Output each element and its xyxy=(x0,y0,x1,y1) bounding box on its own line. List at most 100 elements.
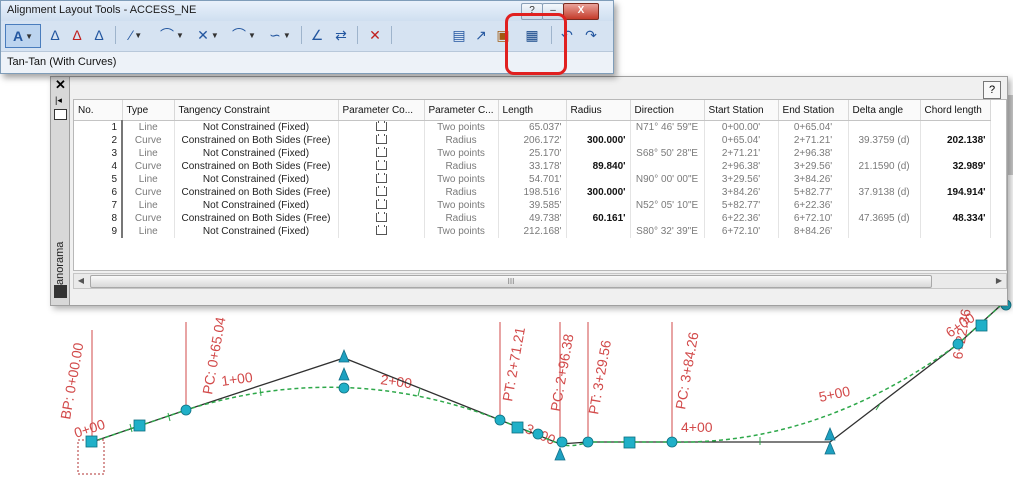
cell-constraint[interactable]: Not Constrained (Fixed) xyxy=(174,173,339,186)
grip-circle[interactable] xyxy=(556,436,568,448)
parameter-lock-cell[interactable] xyxy=(338,186,425,199)
column-header[interactable]: Tangency Constraint xyxy=(174,100,339,121)
cell-length[interactable]: 33.178' xyxy=(498,160,567,173)
pi-triangle[interactable] xyxy=(338,366,350,381)
cell-direction[interactable]: N52° 05' 10"E xyxy=(630,199,705,212)
cell-start[interactable]: 0+00.00' xyxy=(704,120,779,134)
scroll-left-icon[interactable]: ◀ xyxy=(74,274,88,288)
lock-icon[interactable] xyxy=(375,160,387,170)
delete-subentity-icon[interactable]: ✕ xyxy=(365,24,385,46)
column-header[interactable]: No. xyxy=(74,100,123,121)
parameter-lock-cell[interactable] xyxy=(338,160,425,173)
cell-type[interactable]: Line xyxy=(122,173,175,186)
cell-type[interactable]: Curve xyxy=(122,134,175,147)
break-apart-pi-icon[interactable]: Δ xyxy=(89,24,109,46)
properties-icon[interactable] xyxy=(54,109,67,120)
alignment-entities-grid[interactable]: No. Type Tangency Constraint Parameter C… xyxy=(73,99,1007,271)
cell-length[interactable]: 198.516' xyxy=(498,186,567,199)
cell-no[interactable]: 5 xyxy=(74,173,123,186)
column-header[interactable]: Radius xyxy=(566,100,631,121)
cell-end[interactable]: 2+71.21' xyxy=(778,134,849,147)
grip-circle[interactable] xyxy=(180,404,192,416)
pick-subentity-icon[interactable]: ↗ xyxy=(471,24,491,46)
scroll-thumb[interactable]: III xyxy=(90,275,932,288)
cell-param[interactable]: Two points xyxy=(424,173,499,186)
cell-start[interactable]: 3+29.56' xyxy=(704,173,779,186)
convert-line-curve-icon[interactable]: ∠ xyxy=(307,24,327,46)
redo-icon[interactable]: ↷ xyxy=(581,24,601,46)
cell-start[interactable]: 6+72.10' xyxy=(704,225,779,238)
cell-param[interactable]: Radius xyxy=(424,212,499,225)
table-row[interactable]: 3 Line Not Constrained (Fixed) Two points 25… xyxy=(74,147,991,160)
cell-type[interactable]: Line xyxy=(122,225,175,238)
column-header[interactable]: Length xyxy=(498,100,567,121)
cell-start[interactable]: 5+82.77' xyxy=(704,199,779,212)
cell-no[interactable]: 7 xyxy=(74,199,123,212)
cell-end[interactable]: 0+65.04' xyxy=(778,120,849,134)
column-header[interactable]: Delta angle xyxy=(848,100,921,121)
pi-triangle[interactable] xyxy=(824,426,836,441)
parameter-lock-cell[interactable] xyxy=(338,120,425,134)
cell-direction[interactable] xyxy=(630,160,705,173)
grip-circle[interactable] xyxy=(494,414,506,426)
cell-direction[interactable]: S68° 50' 28"E xyxy=(630,147,705,160)
cell-chord[interactable] xyxy=(920,173,991,186)
horizontal-scrollbar[interactable]: ◀ III ▶ xyxy=(73,273,1007,289)
cell-param[interactable]: Radius xyxy=(424,160,499,173)
delete-pi-icon[interactable]: Δ xyxy=(67,24,87,46)
column-header[interactable]: Parameter C... xyxy=(424,100,499,121)
cell-delta[interactable] xyxy=(848,225,921,238)
line-tool-icon[interactable]: ⁄ ▼ xyxy=(121,24,151,46)
cell-delta[interactable]: 47.3695 (d) xyxy=(848,212,921,225)
cell-chord[interactable] xyxy=(920,225,991,238)
parameter-lock-cell[interactable] xyxy=(338,212,425,225)
cell-type[interactable]: Curve xyxy=(122,212,175,225)
cell-length[interactable]: 206.172' xyxy=(498,134,567,147)
curve-tool-icon[interactable]: ⌒ ▼ xyxy=(157,24,187,46)
cell-chord[interactable]: 194.914' xyxy=(920,186,991,199)
reverse-direction-icon[interactable]: ⇄ xyxy=(331,24,351,46)
cell-param[interactable]: Two points xyxy=(424,225,499,238)
grip-square[interactable] xyxy=(623,436,636,449)
cell-no[interactable]: 2 xyxy=(74,134,123,147)
lock-icon[interactable] xyxy=(375,173,387,183)
cell-param[interactable]: Radius xyxy=(424,134,499,147)
cell-param[interactable]: Radius xyxy=(424,186,499,199)
cell-constraint[interactable]: Constrained on Both Sides (Free) xyxy=(174,160,339,173)
grip-square[interactable] xyxy=(511,421,524,434)
cell-direction[interactable]: S80° 32' 39"E xyxy=(630,225,705,238)
table-row[interactable]: 8 Curve Constrained on Both Sides (Free) Ra… xyxy=(74,212,991,225)
column-header[interactable]: Parameter Co... xyxy=(338,100,425,121)
cell-radius[interactable]: 300.000' xyxy=(566,134,631,147)
cell-chord[interactable]: 48.334' xyxy=(920,212,991,225)
close-icon[interactable]: ✕ xyxy=(55,77,66,93)
cell-constraint[interactable]: Not Constrained (Fixed) xyxy=(174,120,339,134)
grip-square[interactable] xyxy=(975,319,988,332)
cell-chord[interactable] xyxy=(920,120,991,134)
cell-delta[interactable] xyxy=(848,147,921,160)
cell-end[interactable]: 6+72.10' xyxy=(778,212,849,225)
grip-circle[interactable] xyxy=(532,428,544,440)
column-header[interactable]: Start Station xyxy=(704,100,779,121)
cell-constraint[interactable]: Not Constrained (Fixed) xyxy=(174,225,339,238)
lock-icon[interactable] xyxy=(375,225,387,235)
table-row[interactable]: 6 Curve Constrained on Both Sides (Free) Ra… xyxy=(74,186,991,199)
cell-length[interactable]: 49.738' xyxy=(498,212,567,225)
cell-start[interactable]: 3+84.26' xyxy=(704,186,779,199)
lock-icon[interactable] xyxy=(375,212,387,222)
grip-square[interactable] xyxy=(133,419,146,432)
table-row[interactable]: 7 Line Not Constrained (Fixed) Two points 39… xyxy=(74,199,991,212)
cell-delta[interactable] xyxy=(848,120,921,134)
lock-icon[interactable] xyxy=(375,120,387,131)
edit-best-fit-icon[interactable]: ▤ xyxy=(449,24,469,46)
table-row[interactable]: 1 Line Not Constrained (Fixed) Two points 65… xyxy=(74,120,991,134)
cell-delta[interactable]: 37.9138 (d) xyxy=(848,186,921,199)
spiral-curve-icon[interactable]: ✕ ▼ xyxy=(193,24,223,46)
cell-chord[interactable] xyxy=(920,199,991,212)
cell-constraint[interactable]: Constrained on Both Sides (Free) xyxy=(174,186,339,199)
tangent-tangent-icon[interactable]: A ▼ xyxy=(5,24,41,48)
grip-circle[interactable] xyxy=(582,436,594,448)
pi-triangle[interactable] xyxy=(824,440,836,455)
cell-length[interactable]: 25.170' xyxy=(498,147,567,160)
cell-direction[interactable] xyxy=(630,134,705,147)
